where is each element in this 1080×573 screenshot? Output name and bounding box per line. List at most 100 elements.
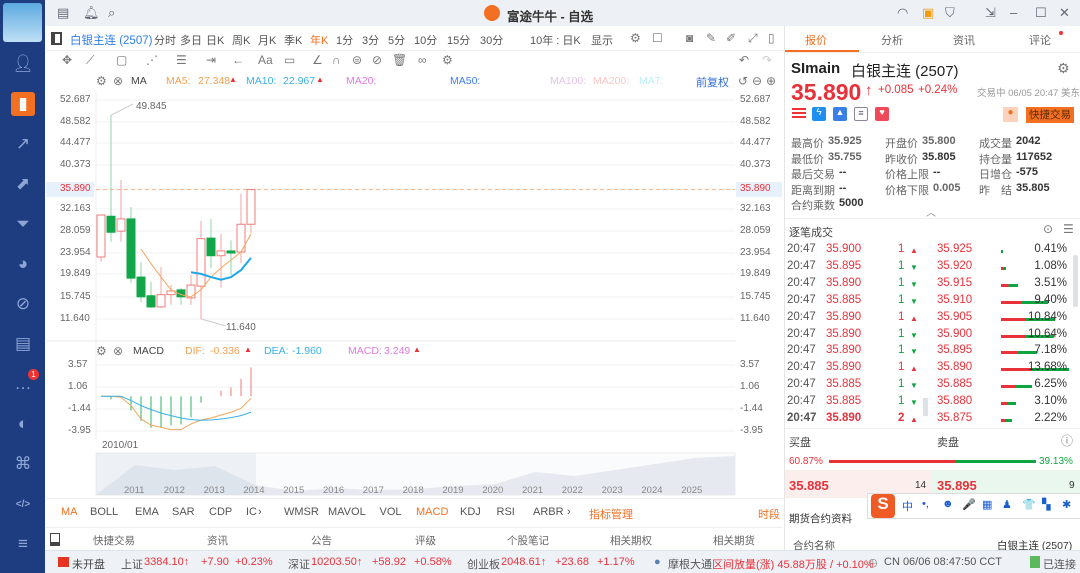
sidebar-item-bar-chart[interactable]: ▮	[11, 92, 35, 116]
period-tab-9[interactable]: 5分	[388, 32, 405, 48]
ime-item-6[interactable]: 👕	[1022, 498, 1036, 511]
draw-settings-icon[interactable]: ⚙	[442, 53, 453, 67]
comment-tool-icon[interactable]: ▭	[284, 53, 295, 67]
collapse-icon[interactable]: ︿	[926, 204, 936, 219]
quote-tab-3[interactable]: 评论	[1029, 32, 1051, 48]
period-tab-4[interactable]: 月K	[258, 32, 276, 48]
bottom-tab-2[interactable]: 公告	[311, 533, 332, 548]
shrink-icon[interactable]: ⇲	[985, 5, 996, 21]
sidebar-item-code[interactable]: </>	[11, 492, 35, 516]
quick-trade-button[interactable]: 快捷交易	[1026, 107, 1074, 123]
hide-icon[interactable]: ⊘	[372, 53, 382, 67]
ticks-inner-scrollbar[interactable]	[923, 398, 928, 416]
wave-tool-icon[interactable]: ⋰	[146, 53, 158, 67]
ime-item-4[interactable]: ▦	[982, 498, 992, 511]
exchange-icon[interactable]: ▲	[833, 107, 847, 121]
ime-item-3[interactable]: 🎤	[962, 498, 976, 511]
macd-settings-icon[interactable]: ⚙	[96, 344, 107, 358]
settings-icon[interactable]: ⚙	[630, 31, 641, 45]
quote-settings-icon[interactable]: ⚙	[1057, 60, 1070, 77]
minimize-button[interactable]: –	[1010, 5, 1017, 20]
watchlist-icon[interactable]: ▤	[57, 5, 69, 21]
alert-bell-icon[interactable]: ●	[1003, 107, 1018, 122]
rect-tool-icon[interactable]: ▢	[116, 53, 127, 67]
angle-tool-icon[interactable]: ∠	[312, 53, 323, 67]
sidebar-item-chart-up[interactable]: ⬈	[11, 172, 35, 196]
display-select[interactable]: 显示	[591, 32, 613, 48]
sidebar-item-funnel[interactable]: ⏷	[11, 212, 35, 236]
sidebar-item-menu[interactable]: ≡	[11, 532, 35, 556]
ma-close-icon[interactable]: ⊗	[113, 74, 123, 88]
ime-item-1[interactable]: •,	[922, 498, 929, 510]
magnet-icon[interactable]: ∩	[332, 53, 341, 67]
side-panel-icon[interactable]: ▯	[768, 31, 775, 45]
line-tool-icon[interactable]: ⟋	[86, 53, 94, 68]
indicator-mavol[interactable]: MAVOL	[328, 506, 366, 518]
period-tab-0[interactable]: 分时	[154, 32, 176, 48]
range-select[interactable]: 10年 : 日K	[530, 32, 581, 48]
zoom-in-icon[interactable]: ⊕	[766, 74, 776, 88]
ma-select[interactable]: MA	[131, 75, 147, 87]
maximize-button[interactable]: ☐	[1035, 5, 1047, 21]
sh-label[interactable]: 上证	[121, 556, 143, 572]
period-tab-11[interactable]: 15分	[447, 32, 470, 48]
avatar[interactable]	[3, 3, 42, 42]
quote-tab-1[interactable]: 分析	[881, 32, 903, 48]
layout-icon[interactable]: ☐	[652, 31, 663, 45]
shirt-icon[interactable]: ⛉	[945, 5, 955, 21]
phone-icon[interactable]	[50, 533, 60, 546]
sidebar-item-chat[interactable]: … 1	[11, 369, 39, 396]
bottom-tab-6[interactable]: 相关期货	[713, 533, 755, 548]
symbol-name[interactable]: 白银主连 (2507)	[70, 32, 152, 48]
bottom-tab-1[interactable]: 资讯	[207, 533, 228, 548]
sidebar-item-document[interactable]: ▤	[11, 332, 35, 356]
list-icon[interactable]: ☰	[1063, 222, 1074, 236]
lock-icon[interactable]: ⊜	[352, 53, 362, 67]
search-icon[interactable]: ⌕	[108, 5, 115, 21]
camera-icon[interactable]: ◙	[686, 31, 693, 45]
period-tab-8[interactable]: 3分	[362, 32, 379, 48]
notes-icon[interactable]: ≡	[854, 107, 868, 121]
wallet-icon[interactable]: ▣	[922, 5, 934, 21]
text-tool-icon[interactable]: Aa	[258, 53, 273, 67]
period-button[interactable]: 时段	[758, 506, 780, 522]
indicator-vol[interactable]: VOL	[380, 506, 402, 518]
undo-icon[interactable]: ↶	[739, 53, 749, 67]
quote-tab-2[interactable]: 资讯	[953, 32, 975, 48]
indicator-ic[interactable]: IC	[246, 506, 257, 518]
link-icon[interactable]: ∞	[418, 53, 427, 67]
ime-item-7[interactable]: ▚	[1042, 498, 1050, 511]
period-tab-10[interactable]: 10分	[414, 32, 437, 48]
indicator-ma[interactable]: MA	[61, 506, 78, 518]
headset-icon[interactable]: ◠	[897, 5, 908, 21]
indicator-sar[interactable]: SAR	[172, 506, 195, 518]
indicator-manage-button[interactable]: 指标管理	[589, 506, 633, 522]
reset-icon[interactable]: ↺	[738, 74, 748, 88]
sidebar-item-trend[interactable]: ↗	[11, 132, 35, 156]
cy-label[interactable]: 创业板	[467, 556, 500, 572]
info-icon[interactable]: ⓘ	[1061, 432, 1073, 449]
period-tab-7[interactable]: 1分	[336, 32, 353, 48]
sidebar-item-user[interactable]: 👤︎	[11, 52, 35, 76]
ime-item-5[interactable]: ♟	[1002, 498, 1012, 511]
macd-select[interactable]: MACD	[133, 345, 164, 357]
kline-chart[interactable]	[46, 90, 736, 500]
bottom-tab-4[interactable]: 个股笔记	[507, 533, 549, 548]
scroll-right-icon[interactable]: ›	[567, 506, 571, 518]
period-tab-12[interactable]: 30分	[480, 32, 503, 48]
ime-item-8[interactable]: ✱	[1062, 498, 1071, 511]
more-icon[interactable]: ⊙	[1043, 222, 1053, 236]
ma-settings-icon[interactable]: ⚙	[96, 74, 107, 88]
sz-label[interactable]: 深证	[288, 556, 310, 572]
trash-icon[interactable]: 🗑︎	[392, 53, 407, 67]
period-tab-1[interactable]: 多日	[180, 32, 202, 48]
range-tool-icon[interactable]: ⇥	[206, 53, 216, 67]
flash-icon[interactable]: ϟ	[812, 107, 826, 121]
adjust-select[interactable]: 前复权	[696, 74, 729, 90]
period-tab-3[interactable]: 周K	[232, 32, 250, 48]
arrow-tool-icon[interactable]: ←	[232, 53, 244, 67]
fullscreen-icon[interactable]: ⤢	[748, 31, 758, 46]
indicator-arbr[interactable]: ARBR	[533, 506, 564, 518]
pencil-icon[interactable]: ✐	[726, 31, 736, 45]
move-icon[interactable]: ✥	[62, 53, 72, 67]
